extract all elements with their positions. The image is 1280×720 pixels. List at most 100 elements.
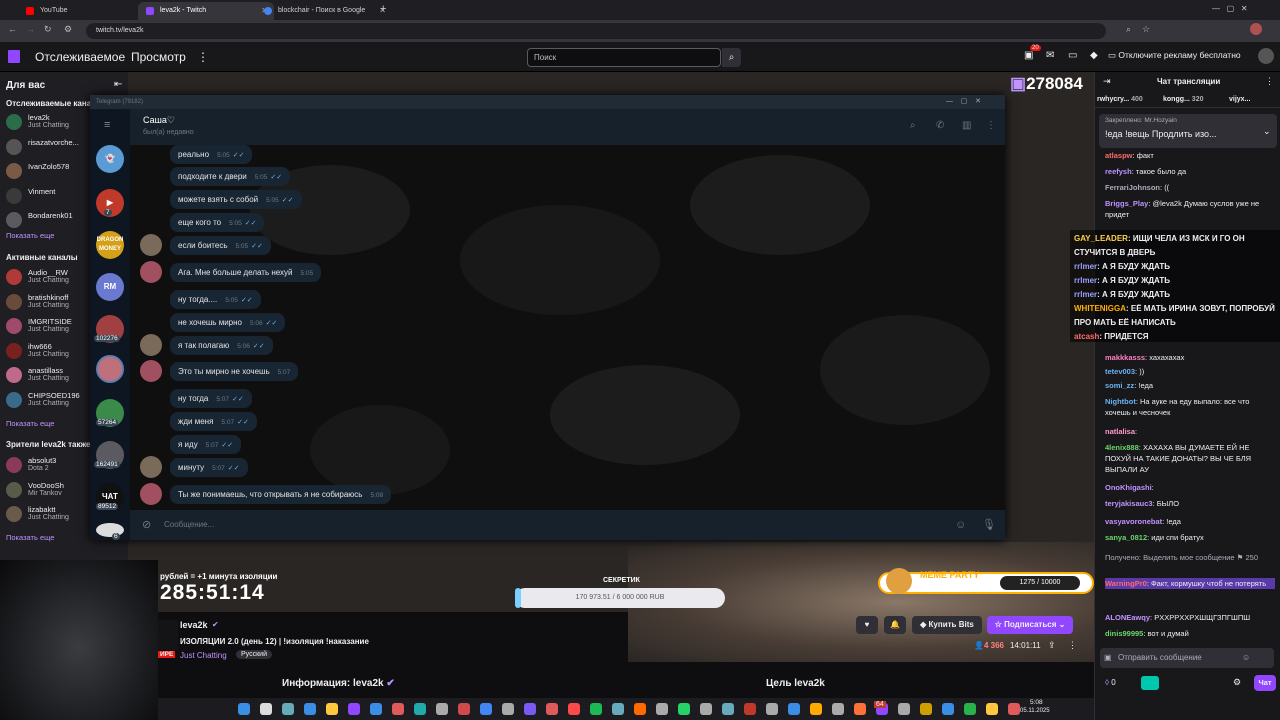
chat-username[interactable]: somi_zz xyxy=(1105,381,1134,390)
chat-username[interactable]: makkkasss xyxy=(1105,353,1145,362)
show-more-followed[interactable]: Показать еще xyxy=(6,231,54,240)
sender-avatar[interactable] xyxy=(140,360,162,382)
taskbar-app-icon[interactable] xyxy=(568,703,580,715)
chevron-down-icon[interactable]: ⌄ xyxy=(1263,126,1271,137)
message-input[interactable]: Сообщение... xyxy=(164,520,214,529)
sidebar-toggle-icon[interactable]: ▥ xyxy=(962,120,971,131)
gifter[interactable]: rwhycry... 400 xyxy=(1097,92,1143,108)
taskbar-app-icon[interactable] xyxy=(722,703,734,715)
nav-browse[interactable]: Просмотр xyxy=(131,50,186,64)
show-more-active[interactable]: Показать еще xyxy=(6,419,54,428)
sender-avatar[interactable] xyxy=(140,456,162,478)
back-icon[interactable]: ← xyxy=(8,24,17,34)
search-input[interactable]: Поиск xyxy=(527,48,721,67)
pinned-message[interactable]: Закреплено: Mr.Hozyain !еда !вещь Продли… xyxy=(1099,114,1277,148)
sender-avatar[interactable] xyxy=(140,261,162,283)
window-controls[interactable]: — ▢ ✕ xyxy=(1212,4,1248,13)
chat-users-icon[interactable]: ⋮ xyxy=(1265,76,1274,87)
taskbar-app-icon[interactable] xyxy=(656,703,668,715)
chat-avatar-dragon-money[interactable]: DRAGON MONEY xyxy=(96,231,124,259)
chat-avatar-rm[interactable]: RM xyxy=(96,273,124,301)
profile-avatar[interactable] xyxy=(1250,23,1262,35)
browser-tab-google[interactable]: blockchair - Поиск в Google ✕ xyxy=(256,2,392,20)
chat-username[interactable]: ALONEawqy xyxy=(1105,613,1150,622)
taskbar-app-icon[interactable] xyxy=(524,703,536,715)
prime-icon[interactable]: ▣ xyxy=(1024,50,1033,61)
chat-username[interactable]: Briggs_Play xyxy=(1105,199,1148,208)
taskbar-app-icon[interactable] xyxy=(964,703,976,715)
taskbar-app-icon[interactable] xyxy=(788,703,800,715)
taskbar-app-icon[interactable] xyxy=(612,703,624,715)
bonus-claim-icon[interactable] xyxy=(1141,676,1159,690)
chat-settings-icon[interactable]: ⚙ xyxy=(1233,677,1241,688)
highlight-user[interactable]: WarningPr0 xyxy=(1105,579,1147,588)
menu-icon[interactable]: ≡ xyxy=(104,119,110,131)
taskbar-app-icon[interactable] xyxy=(348,703,360,715)
buy-bits-button[interactable]: ◆ Купить Bits xyxy=(912,616,982,634)
call-icon[interactable]: ✆ xyxy=(936,120,944,131)
emoji-icon[interactable]: ☺ xyxy=(955,510,966,540)
chat-username[interactable]: tetev003 xyxy=(1105,367,1135,376)
taskbar-app-icon[interactable] xyxy=(744,703,756,715)
tag-russian[interactable]: Русский xyxy=(236,650,272,659)
taskbar-app-icon[interactable] xyxy=(766,703,778,715)
channel-points[interactable]: ◊ 0 xyxy=(1105,678,1116,687)
collapse-chat-icon[interactable]: ⇥ xyxy=(1103,76,1111,87)
new-tab-button[interactable]: + xyxy=(380,3,386,15)
stream-category[interactable]: Just Chatting xyxy=(180,651,227,660)
taskbar-app-icon[interactable] xyxy=(634,703,646,715)
taskbar-app-icon[interactable] xyxy=(832,703,844,715)
taskbar-app-icon[interactable] xyxy=(260,703,272,715)
browser-tab-twitch[interactable]: leva2k - Twitch ✕ xyxy=(138,2,274,20)
chat-avatar-sasha[interactable] xyxy=(96,355,124,383)
taskbar-app-icon[interactable] xyxy=(282,703,294,715)
chat-username[interactable]: Nightbot xyxy=(1105,397,1136,406)
chat-username[interactable]: dinis99995 xyxy=(1105,629,1143,638)
follow-heart-button[interactable]: ♥ xyxy=(856,616,878,634)
whispers-icon[interactable]: ▭ xyxy=(1068,50,1077,61)
emote-picker-icon[interactable]: ☺ xyxy=(1242,653,1250,662)
chat-username[interactable]: reefysh xyxy=(1105,167,1132,176)
contact-name[interactable]: Саша♡ xyxy=(143,115,175,126)
chat-tool-icon[interactable]: ▣ xyxy=(1104,653,1112,662)
taskbar-app-icon[interactable] xyxy=(502,703,514,715)
browser-tab-youtube[interactable]: YouTube ✕ xyxy=(18,2,154,20)
more-icon[interactable]: ⋮ xyxy=(986,120,996,131)
gifter[interactable]: vijyx... xyxy=(1229,92,1250,108)
taskbar-app-icon[interactable] xyxy=(370,703,382,715)
forward-icon[interactable]: → xyxy=(26,24,35,34)
inbox-icon[interactable]: ✉ xyxy=(1046,50,1054,61)
search-icon[interactable]: ⌕ xyxy=(722,48,741,67)
taskbar-app-icon[interactable] xyxy=(458,703,470,715)
site-info-icon[interactable]: ⚙ xyxy=(64,24,72,35)
channel-avatar[interactable] xyxy=(158,620,178,650)
taskbar-app-icon[interactable] xyxy=(238,703,250,715)
taskbar-app-icon[interactable] xyxy=(392,703,404,715)
chat-avatar-last[interactable] xyxy=(96,523,124,537)
more-menu-icon[interactable]: ⋮ xyxy=(197,50,209,64)
taskbar-app-icon[interactable] xyxy=(414,703,426,715)
chat-username[interactable]: vasyavoronebat xyxy=(1105,517,1162,526)
taskbar-app-icon[interactable] xyxy=(700,703,712,715)
taskbar-app-icon[interactable] xyxy=(986,703,998,715)
taskbar-app-icon[interactable] xyxy=(326,703,338,715)
taskbar-app-icon[interactable] xyxy=(304,703,316,715)
chat-username[interactable]: sanya_0812 xyxy=(1105,533,1147,542)
gifter[interactable]: kongg... 320 xyxy=(1163,92,1203,108)
sender-avatar[interactable] xyxy=(140,334,162,356)
chat-username[interactable]: atlaspw xyxy=(1105,151,1133,160)
share-icon[interactable]: ⇪ xyxy=(1048,640,1056,651)
collapse-sidebar-icon[interactable]: ⇤ xyxy=(114,79,122,90)
sender-avatar[interactable] xyxy=(140,483,162,505)
sender-avatar[interactable] xyxy=(140,234,162,256)
bookmark-star-icon[interactable]: ☆ xyxy=(1142,24,1150,35)
url-field[interactable]: twitch.tv/leva2k xyxy=(86,23,1106,39)
zoom-icon[interactable]: ⌕ xyxy=(1126,24,1131,35)
taskbar-app-icon[interactable] xyxy=(1008,703,1020,715)
taskbar-app-icon[interactable] xyxy=(678,703,690,715)
taskbar-app-icon[interactable] xyxy=(436,703,448,715)
chat-username[interactable]: 4lenix888 xyxy=(1105,443,1139,452)
chat-username[interactable]: teryjakisauc3 xyxy=(1105,499,1153,508)
taskbar-app-icon[interactable] xyxy=(942,703,954,715)
taskbar-app-icon[interactable] xyxy=(810,703,822,715)
